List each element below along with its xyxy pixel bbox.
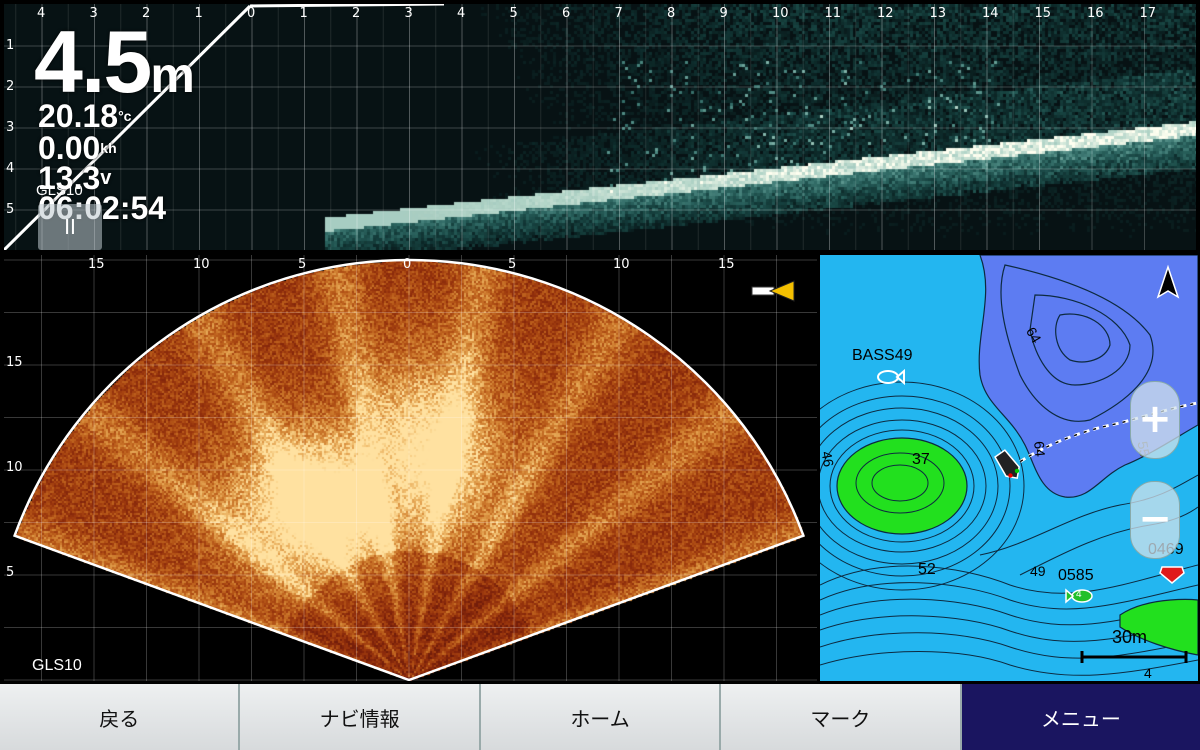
fan-range-tick-label: 15: [88, 257, 105, 272]
zoom-out-button[interactable]: −: [1130, 481, 1180, 559]
fan-depth-tick-label: 5: [6, 565, 15, 580]
scale-label: 30m: [1112, 627, 1148, 647]
depth-label: 49: [1030, 563, 1046, 579]
sonar-source-label: GLS10: [36, 182, 83, 199]
range-tick-label: 5: [509, 6, 518, 21]
range-tick-label: 11: [824, 6, 842, 21]
range-tick-label: 7: [614, 6, 623, 21]
depth-tick-label: 5: [6, 202, 15, 217]
range-tick-label: 10: [772, 6, 789, 21]
depth-value: 4.5: [34, 12, 152, 111]
range-tick-label: 0: [247, 6, 256, 21]
fan-range-tick-label: 5: [298, 257, 307, 272]
fan-range-tick-label: 10: [193, 257, 210, 272]
range-tick-label: 16: [1087, 6, 1104, 21]
fan-sonar-overlay: [4, 255, 817, 681]
diamond-icon[interactable]: [1159, 566, 1185, 584]
depth-label: 52: [918, 561, 936, 578]
transducer-icon: [751, 280, 795, 302]
vessel-icon: [994, 449, 1020, 479]
range-tick-label: 3: [404, 6, 413, 21]
contour-map: [820, 255, 1198, 676]
range-tick-label: 2: [352, 6, 361, 21]
home-button[interactable]: ホーム: [480, 684, 722, 750]
pause-button[interactable]: II: [38, 204, 102, 250]
fan-range-tick-label: 0: [403, 257, 412, 272]
bottom-nav-bar: 戻る ナビ情報 ホーム マーク メニュー: [0, 684, 1200, 750]
depth-tick-label: 2: [6, 79, 15, 94]
waypoint-badge: 4: [1076, 589, 1082, 600]
depth-tick-label: 4: [6, 161, 15, 176]
mark-button[interactable]: マーク: [721, 684, 962, 750]
range-tick-label: 13: [929, 6, 947, 21]
fan-depth-tick-label: 15: [6, 355, 23, 370]
water-temp-unit: °c: [118, 108, 132, 124]
menu-button[interactable]: メニュー: [961, 684, 1200, 750]
range-tick-label: 12: [877, 6, 894, 21]
fan-range-tick-label: 15: [718, 257, 735, 272]
depth-label: 64: [1031, 440, 1049, 458]
livescope-sonar-pane[interactable]: 15 10 5 0 5 10 15 15 10 5 GLS10: [4, 255, 817, 681]
waypoint-name[interactable]: 0585: [1058, 567, 1094, 585]
voltage-unit: v: [100, 167, 112, 189]
fan-range-tick-label: 10: [613, 257, 630, 272]
zoom-in-button[interactable]: +: [1130, 381, 1180, 459]
range-tick-label: 15: [1034, 6, 1052, 21]
range-tick-label: 1: [299, 6, 308, 21]
range-tick-label: 6: [562, 6, 571, 21]
navi-info-button[interactable]: ナビ情報: [240, 684, 481, 750]
depth-unit: m: [150, 47, 195, 103]
back-button[interactable]: 戻る: [0, 684, 241, 750]
depth-label: 46: [820, 449, 838, 469]
traditional-sonar-pane[interactable]: 4 3 2 1 0 1 2 3 4 5 6 7 8 9 10 11 12 13 14 15 16 17 12345 4.5…: [4, 4, 1196, 250]
range-tick-label: 8: [667, 6, 676, 21]
waypoint-name[interactable]: BASS49: [852, 347, 912, 365]
range-tick-label: 14: [982, 6, 999, 21]
range-tick-label: 4: [457, 6, 466, 21]
fan-source-label: GLS10: [32, 657, 82, 674]
navigation-chart-pane[interactable]: BASS49 0585 4 0469 64 37 46 52 55 64 49 …: [820, 255, 1198, 681]
range-tick-label: 1: [194, 6, 203, 21]
water-temp-value: 20.18: [38, 98, 119, 134]
range-tick-label: 17: [1139, 6, 1157, 21]
depth-tick-label: 1: [6, 38, 15, 53]
fan-depth-tick-label: 10: [6, 460, 23, 475]
water-temperature-readout: 20.18°c: [38, 100, 131, 132]
speed-unit: kh: [100, 140, 117, 156]
range-cone-edge: [249, 4, 445, 8]
fish-icon[interactable]: [877, 368, 905, 386]
depth-label: 37: [912, 451, 930, 468]
depth-tick-label: 3: [6, 120, 15, 135]
range-tick-label: 9: [719, 6, 728, 21]
fan-range-tick-label: 5: [508, 257, 517, 272]
depth-label: 4: [1144, 665, 1152, 681]
